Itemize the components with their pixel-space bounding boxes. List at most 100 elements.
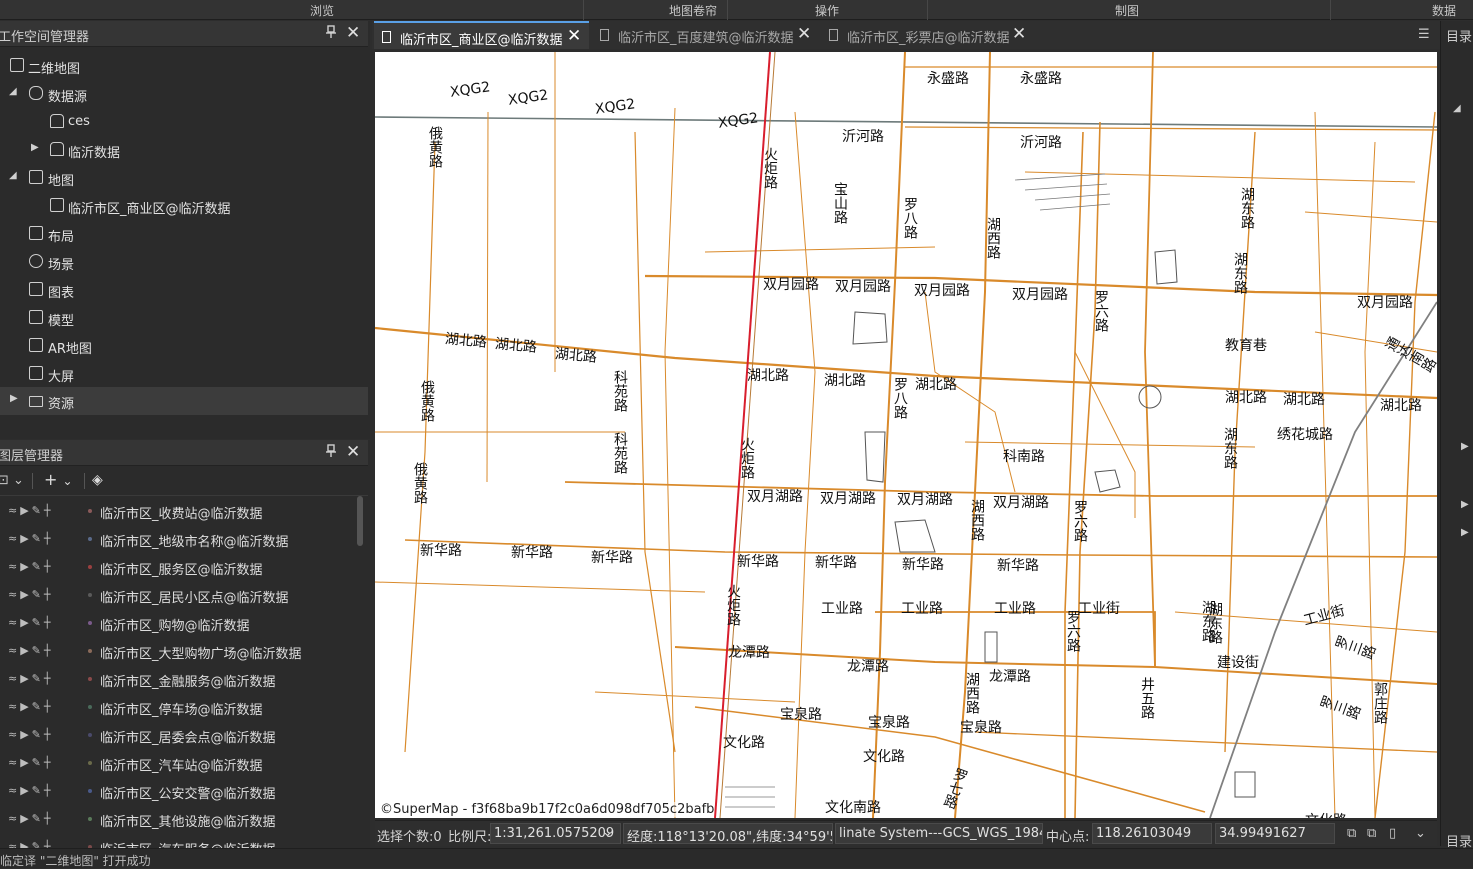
tree-item-ar-map[interactable]: AR地图 [0, 332, 368, 360]
ribbon-group-operation[interactable]: 操作 [815, 2, 839, 19]
layer-row[interactable]: ≈▶✎┼ 临沂市区_地级市名称@临沂数据 [0, 525, 360, 553]
center-x-input[interactable]: 118.26103049 [1092, 823, 1212, 844]
collapsed-arrow-icon[interactable]: ▶ [31, 142, 39, 153]
map-road-label: 新华路 [737, 554, 779, 570]
chevron-down-icon[interactable]: ⌄ [602, 825, 613, 840]
layer-row[interactable]: ≈▶✎┼ 临沂市区_居委会点@临沂数据 [0, 721, 360, 749]
tree-item-label: 资源 [48, 397, 75, 412]
tree-item-big-screen[interactable]: 大屏 [0, 360, 368, 388]
layer-row[interactable]: ≈▶✎┼ 临沂市区_汽车服务@临沂数据 [0, 833, 360, 848]
map-road-label: 郭庄路 [1372, 682, 1388, 724]
add-layer-icon[interactable]: + ⌄ [44, 470, 73, 489]
tab-close-icon[interactable]: ✕ [567, 26, 581, 46]
layer-label: 临沂市区_公安交警@临沂数据 [100, 787, 276, 802]
layer-visibility-controls-icon[interactable]: ≈▶✎┼ [8, 504, 54, 517]
ribbon-group-data[interactable]: 数据 [1432, 2, 1456, 19]
workspace-manager-title: 工作空间管理器 [0, 30, 90, 45]
tree-item-datasource-ces[interactable]: ces [0, 108, 368, 136]
model-icon [29, 310, 43, 324]
expand-arrow-icon[interactable]: ▶ [1461, 441, 1469, 452]
map-road-label: 文化路 [1305, 810, 1347, 818]
layers-stack-icon[interactable]: ◈ [92, 472, 103, 488]
expand-arrow-icon[interactable]: ◢ [9, 86, 17, 97]
layer-row[interactable]: ≈▶✎┼ 临沂市区_公安交警@临沂数据 [0, 777, 360, 805]
ribbon-group-map-swipe[interactable]: 地图卷帘 [669, 2, 717, 19]
pin-icon[interactable] [325, 25, 339, 41]
tree-item-2d-map[interactable]: 二维地图 [0, 52, 368, 80]
expand-arrow-icon[interactable]: ▶ [1461, 527, 1469, 538]
layer-row[interactable]: ≈▶✎┼ 临沂市区_金融服务@临沂数据 [0, 665, 360, 693]
tab-close-icon[interactable]: ✕ [797, 24, 811, 44]
layer-visibility-controls-icon[interactable]: ≈▶✎┼ [8, 588, 54, 601]
selection-count: 选择个数:0 [377, 830, 442, 845]
center-y-input[interactable]: 34.99491627 [1215, 823, 1335, 844]
close-icon[interactable]: ✕ [346, 443, 360, 461]
map-road-label: 俄黄路 [427, 126, 443, 168]
layer-row[interactable]: ≈▶✎┼ 临沂市区_大型购物广场@临沂数据 [0, 637, 360, 665]
tree-item-layouts[interactable]: 布局 [0, 220, 368, 248]
status-menu-chevron-icon[interactable]: ⌄ [1415, 826, 1426, 841]
output-status-bar: 临定译 "二维地图" 打开成功 [0, 848, 1473, 868]
close-icon[interactable]: ✕ [346, 24, 360, 42]
expand-arrow-icon[interactable]: ▶ [1461, 499, 1469, 510]
layer-row[interactable]: ≈▶✎┼ 临沂市区_服务区@临沂数据 [0, 553, 360, 581]
layer-symbol-swatch [88, 817, 92, 821]
map-road-label: 宝山路 [832, 182, 848, 224]
tab-lottery-shops[interactable]: 临沂市区_彩票店@临沂数据 ✕ [821, 21, 1031, 49]
map-road-label: 工业街 [1078, 601, 1120, 617]
layer-visibility-controls-icon[interactable]: ≈▶✎┼ [8, 840, 54, 848]
collapsed-arrow-icon[interactable]: ▶ [10, 393, 18, 404]
layer-row[interactable]: ≈▶✎┼ 临沂市区_其他设施@临沂数据 [0, 805, 360, 833]
layer-visibility-controls-icon[interactable]: ≈▶✎┼ [8, 560, 54, 573]
map-road-label: 宝泉路 [960, 720, 1002, 736]
tree-item-charts[interactable]: 图表 [0, 276, 368, 304]
tree-item-datasource-linyi[interactable]: ▶ 临沂数据 [0, 136, 368, 164]
map-road-label: 龙潭路 [728, 645, 770, 661]
layer-row[interactable]: ≈▶✎┼ 临沂市区_居民小区点@临沂数据 [0, 581, 360, 609]
layer-manager-title: 图层管理器 [0, 449, 64, 464]
layer-visibility-controls-icon[interactable]: ≈▶✎┼ [8, 616, 54, 629]
tree-item-map-commercial[interactable]: 临沂市区_商业区@临沂数据 [0, 192, 368, 220]
layer-visibility-controls-icon[interactable]: ≈▶✎┼ [8, 756, 54, 769]
expand-arrow-icon[interactable]: ◢ [9, 170, 17, 181]
catalog-panel-title[interactable]: 目录 [1446, 26, 1472, 45]
map-canvas[interactable]: XQG2 XQG2 XQG2 XQG2 永盛路 永盛路 沂河路 沂河路 俄黄路 火炬路 宝山路 罗八路… [375, 52, 1437, 818]
collapse-arrow-icon[interactable]: ◢ [1453, 103, 1461, 114]
layer-row[interactable]: ≈▶✎┼ 临沂市区_汽车站@临沂数据 [0, 749, 360, 777]
layer-row[interactable]: ≈▶✎┼ 临沂市区_停车场@临沂数据 [0, 693, 360, 721]
tab-baidu-buildings[interactable]: 临沂市区_百度建筑@临沂数据 ✕ [592, 21, 817, 49]
layer-visibility-controls-icon[interactable]: ≈▶✎┼ [8, 644, 54, 657]
ribbon-tabs: 浏览 地图卷帘 操作 制图 数据 [0, 0, 1473, 20]
tree-item-maps[interactable]: ◢ 地图 [0, 164, 368, 192]
map-road-label: 教育巷 [1225, 338, 1267, 354]
paste-icon[interactable]: ⧉ [1367, 826, 1376, 841]
ribbon-group-browse[interactable]: 浏览 [310, 2, 334, 19]
layer-row[interactable]: ≈▶✎┼ 临沂市区_购物@临沂数据 [0, 609, 360, 637]
pin-icon[interactable] [325, 444, 339, 460]
layer-visibility-controls-icon[interactable]: ≈▶✎┼ [8, 532, 54, 545]
layer-visibility-controls-icon[interactable]: ≈▶✎┼ [8, 672, 54, 685]
layer-row[interactable]: ≈▶✎┼ 临沂市区_收费站@临沂数据 [0, 497, 360, 525]
layer-visibility-controls-icon[interactable]: ≈▶✎┼ [8, 728, 54, 741]
workspace-manager-title-bar: 工作空间管理器 ✕ [0, 21, 368, 47]
datasource-icon [29, 86, 43, 100]
layer-visibility-controls-icon[interactable]: ≈▶✎┼ [8, 700, 54, 713]
lock-view-icon[interactable]: ▯ [1389, 826, 1396, 841]
tab-commercial-area[interactable]: 临沂市区_商业区@临沂数据 ✕ [374, 21, 589, 49]
ribbon-group-cartography[interactable]: 制图 [1115, 2, 1139, 19]
tree-item-scenes[interactable]: 场景 [0, 248, 368, 276]
coordinate-system[interactable]: linate System---GCS_WGS_1984 [835, 823, 1043, 844]
copy-icon[interactable]: ⧉ [1347, 826, 1356, 841]
layer-visibility-controls-icon[interactable]: ≈▶✎┼ [8, 784, 54, 797]
tree-item-models[interactable]: 模型 [0, 304, 368, 332]
map-road-label: 双月湖路 [993, 495, 1049, 511]
tab-list-menu-icon[interactable]: ☰ [1418, 27, 1430, 42]
workspace-manager-panel: 工作空间管理器 ✕ 二维地图 ◢ 数据源 ces ▶ 临沂数据 ◢ 地图 临沂市… [0, 21, 370, 439]
tree-item-datasources[interactable]: ◢ 数据源 [0, 80, 368, 108]
tab-close-icon[interactable]: ✕ [1012, 24, 1026, 44]
map-road-label: 湖北路 [915, 377, 957, 393]
map-road-label: 湖北路 [747, 368, 789, 384]
layer-visibility-controls-icon[interactable]: ≈▶✎┼ [8, 812, 54, 825]
tree-item-resources[interactable]: ▶ 资源 [0, 387, 368, 415]
layer-style-dropdown-icon[interactable]: ⊡ ⌄ [0, 473, 24, 488]
